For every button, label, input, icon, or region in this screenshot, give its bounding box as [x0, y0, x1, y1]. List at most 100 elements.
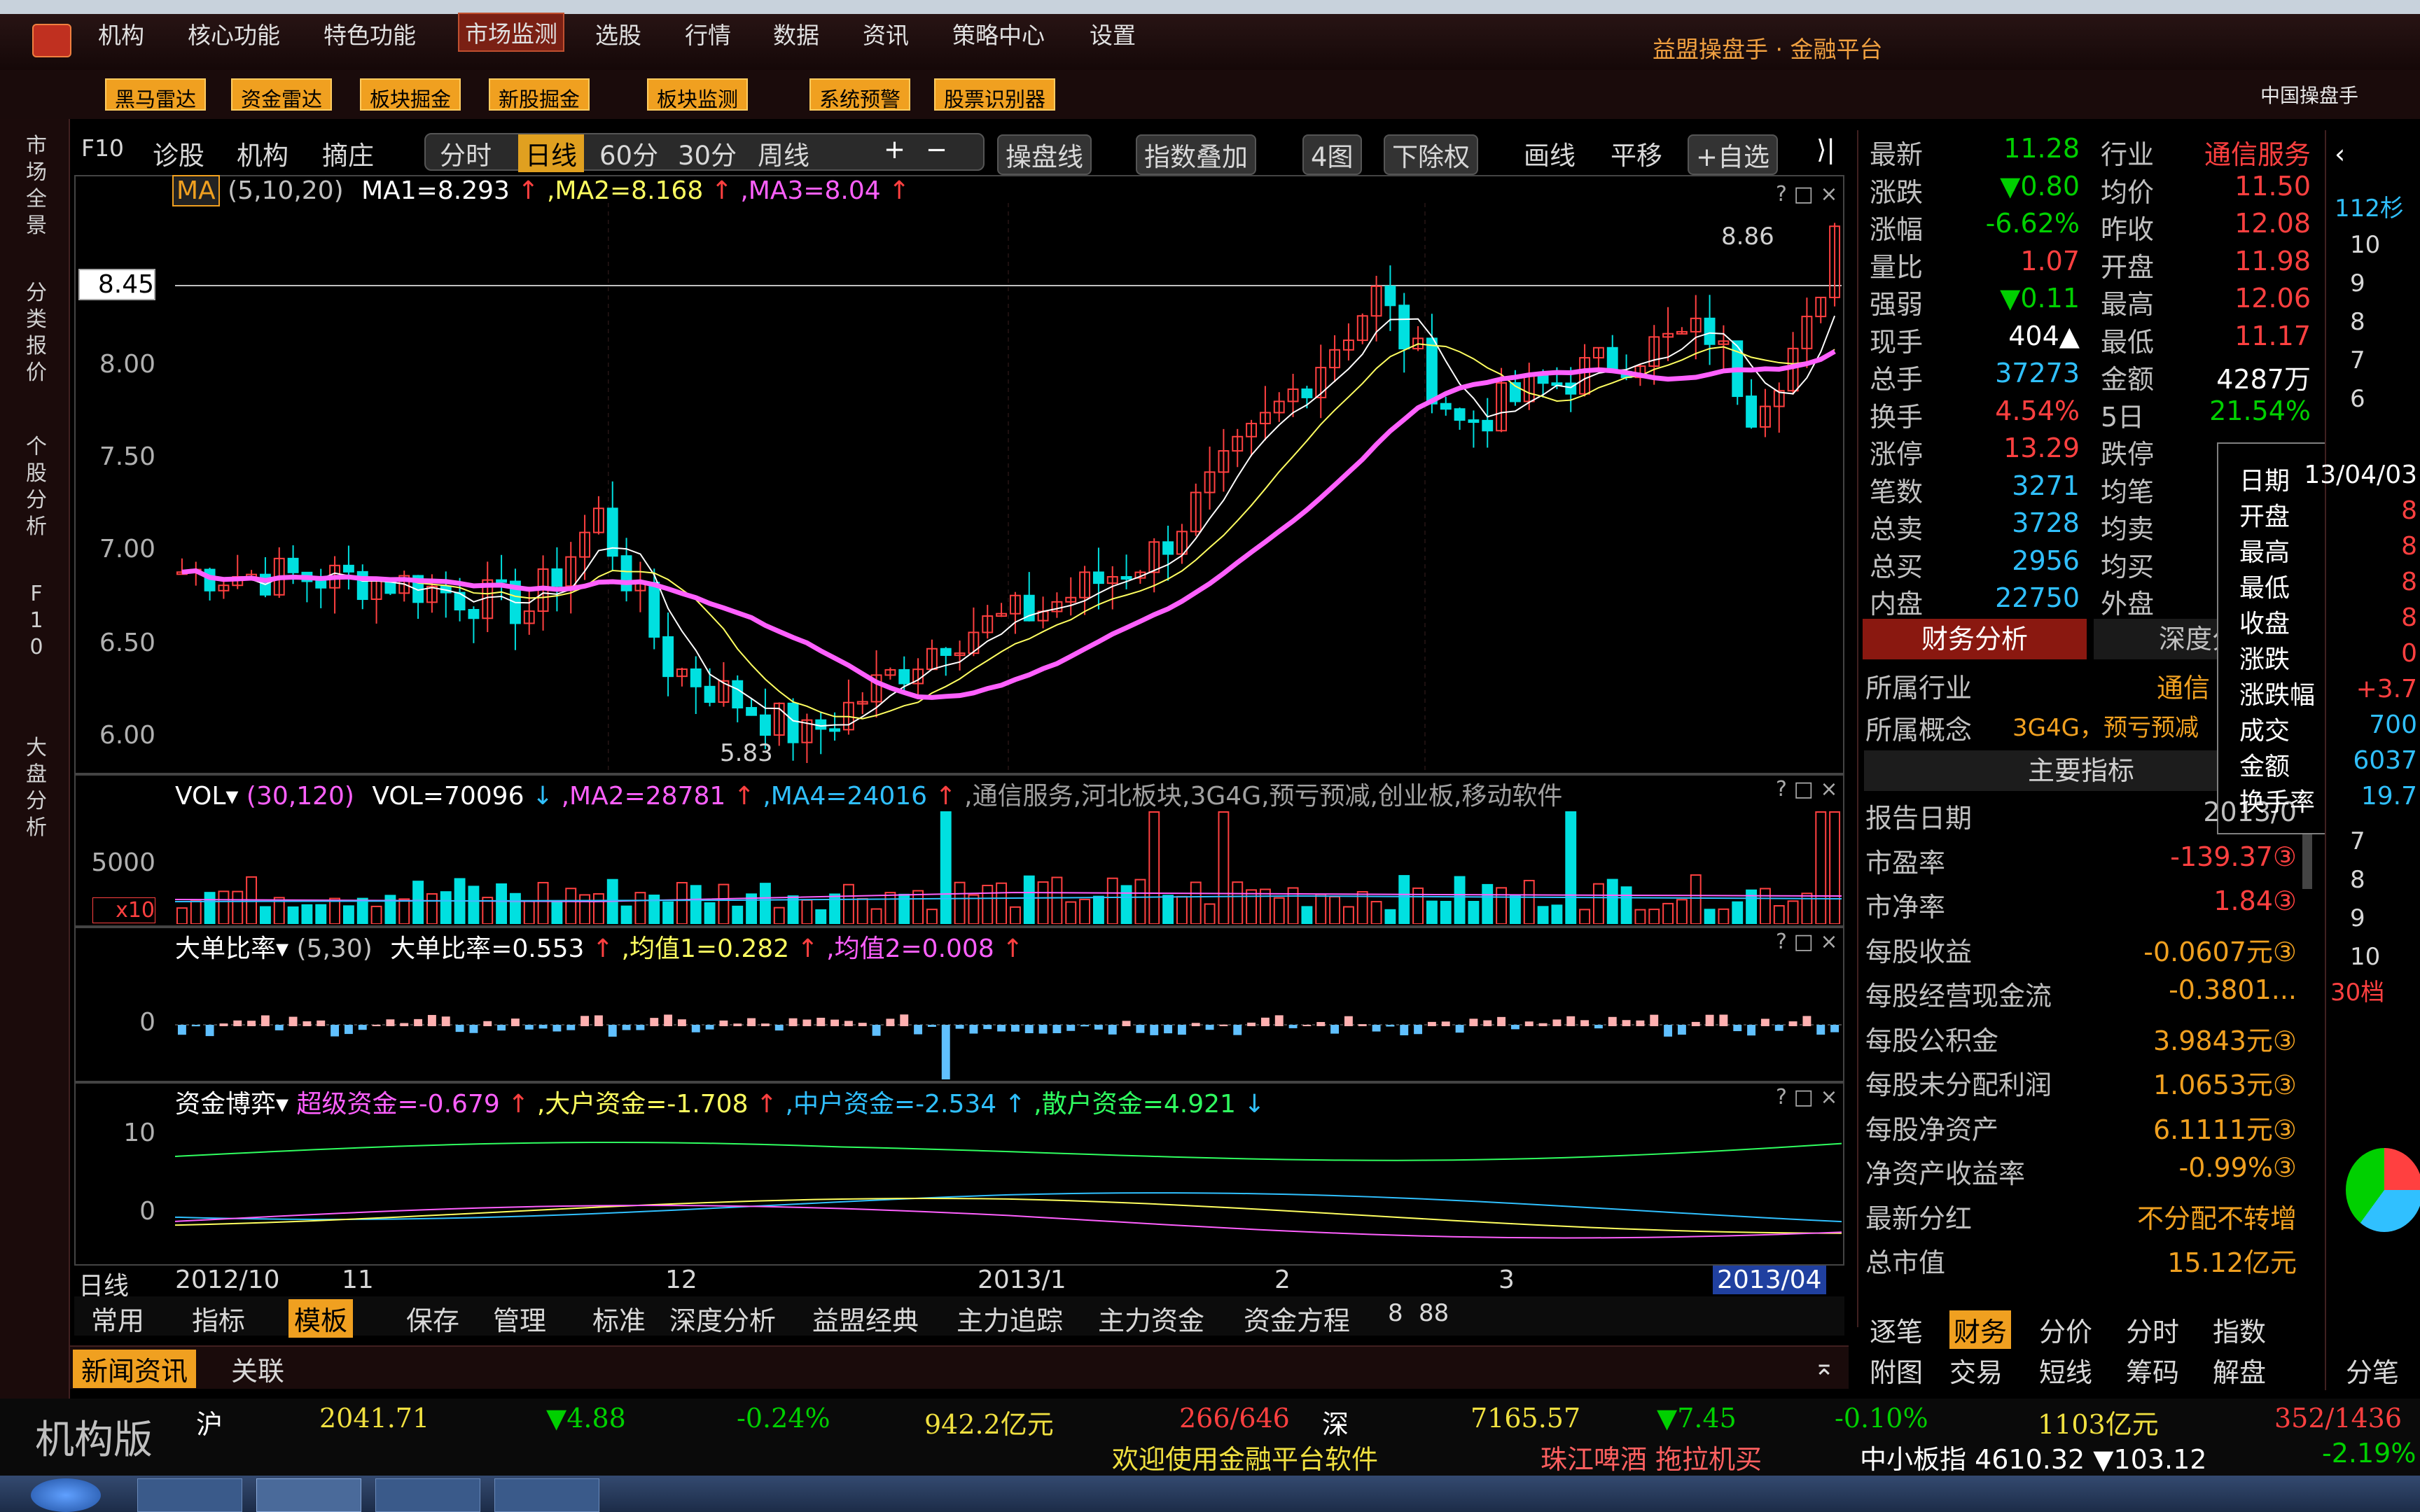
- template-item-7[interactable]: 资金方程: [1244, 1299, 1350, 1338]
- template-item-5[interactable]: 主力追踪: [957, 1299, 1063, 1338]
- media-icon[interactable]: [256, 1478, 361, 1512]
- template-tab-1[interactable]: 指标: [192, 1299, 245, 1338]
- f10-button[interactable]: F10: [81, 134, 124, 162]
- collapse-icon[interactable]: ⌅: [1814, 1352, 1835, 1381]
- right-tab-3[interactable]: 分时: [2126, 1310, 2179, 1349]
- left-tab-2[interactable]: 个股分析: [25, 434, 48, 540]
- expand-icon[interactable]: ⟩|: [1816, 134, 1835, 164]
- status-sh: 沪: [196, 1409, 223, 1440]
- menu-item-3[interactable]: 市场监测: [458, 13, 564, 52]
- period-2[interactable]: 60分: [599, 134, 658, 172]
- candle-body: [1537, 375, 1549, 384]
- template-tab-0[interactable]: 常用: [91, 1299, 144, 1338]
- tab-tick-detail[interactable]: 分笔: [2346, 1351, 2399, 1390]
- menu-item-4[interactable]: 选股: [595, 17, 641, 50]
- period-0[interactable]: 分时: [440, 134, 492, 172]
- template-item-1[interactable]: 管理: [493, 1299, 546, 1338]
- menu-item-6[interactable]: 数据: [773, 17, 819, 50]
- left-tab-4[interactable]: 大盘分析: [25, 735, 48, 841]
- volume-bars[interactable]: [175, 805, 1842, 924]
- ddr-bar: [747, 1018, 756, 1026]
- feature-button-0[interactable]: 黑马雷达: [105, 78, 207, 111]
- feature-button-4[interactable]: 板块监测: [647, 78, 749, 111]
- template-item-3[interactable]: 深度分析: [669, 1299, 776, 1338]
- period-1[interactable]: 日线: [518, 134, 584, 172]
- app-taskbar-icon[interactable]: [375, 1478, 480, 1512]
- chart-tool-2[interactable]: 摘庄: [322, 134, 374, 172]
- period-3[interactable]: 30分: [678, 134, 737, 172]
- depth-30-tab[interactable]: 30档: [2330, 973, 2384, 1007]
- ma-indicator-button[interactable]: MA: [172, 175, 220, 206]
- panel-close-icon[interactable]: ? □ ×: [1776, 182, 1837, 206]
- template-item-2[interactable]: 标准: [592, 1299, 646, 1338]
- right-tab2-0[interactable]: 附图: [1870, 1351, 1923, 1390]
- chart-option-1[interactable]: 指数叠加: [1136, 134, 1256, 175]
- panel-close-icon[interactable]: ? □ ×: [1776, 1085, 1837, 1110]
- menu-item-9[interactable]: 设置: [1090, 17, 1136, 50]
- feature-button-5[interactable]: 系统预警: [809, 78, 911, 111]
- ddr-bar: [677, 1019, 686, 1026]
- ie-icon[interactable]: [137, 1478, 242, 1512]
- chart-option-2[interactable]: 4图: [1302, 134, 1362, 175]
- right-tab2-2[interactable]: 短线: [2039, 1351, 2092, 1390]
- right-tab2-4[interactable]: 解盘: [2213, 1351, 2266, 1390]
- ddr-bar: [317, 1020, 326, 1026]
- menu-item-0[interactable]: 机构: [98, 17, 144, 50]
- feature-button-1[interactable]: 资金雷达: [231, 78, 333, 111]
- candle-body: [815, 719, 827, 730]
- left-tab-3[interactable]: F10: [25, 581, 48, 661]
- template-item-9[interactable]: 88: [1419, 1299, 1449, 1327]
- date-tick-2: 12: [665, 1266, 697, 1294]
- menu-item-8[interactable]: 策略中心: [952, 17, 1045, 50]
- menu-item-2[interactable]: 特色功能: [324, 17, 416, 50]
- fin-label-8: 净资产收益率: [1865, 1158, 2026, 1189]
- status-sz_pct: -0.10%: [1835, 1403, 1928, 1434]
- candlestick-chart[interactable]: [175, 203, 1842, 770]
- fund-game-lines[interactable]: [175, 1114, 1842, 1263]
- template-tab-2[interactable]: 模板: [288, 1299, 354, 1338]
- feature-button-2[interactable]: 板块掘金: [360, 78, 461, 111]
- volume-bar: [1162, 895, 1174, 924]
- folder-icon[interactable]: [494, 1478, 599, 1512]
- menu-item-1[interactable]: 核心功能: [188, 17, 280, 50]
- right-tab-1[interactable]: 财务: [1949, 1310, 2012, 1349]
- chart-tool-1[interactable]: 机构: [237, 134, 288, 172]
- chart-option-0[interactable]: 操盘线: [997, 134, 1092, 175]
- menu-item-7[interactable]: 资讯: [863, 17, 909, 50]
- tab-related[interactable]: 关联: [231, 1350, 284, 1388]
- back-icon[interactable]: ‹: [2335, 139, 2345, 169]
- chart-option-3[interactable]: 下除权: [1384, 134, 1478, 175]
- right-tab-2[interactable]: 分价: [2039, 1310, 2092, 1349]
- feature-button-6[interactable]: 股票识别器: [934, 78, 1056, 111]
- chart-option-5[interactable]: 平移: [1611, 134, 1662, 172]
- left-tab-1[interactable]: 分类报价: [25, 280, 48, 386]
- fund-line-3: [175, 1205, 1842, 1239]
- start-button-icon[interactable]: [31, 1478, 101, 1512]
- right-tab-4[interactable]: 指数: [2213, 1310, 2266, 1349]
- menu-item-5[interactable]: 行情: [685, 17, 731, 50]
- zoom-in-icon[interactable]: +: [884, 134, 905, 164]
- tab-finance-analysis[interactable]: 财务分析: [1863, 619, 2087, 659]
- far-right-tab[interactable]: 112杉: [2335, 189, 2404, 223]
- volume-bar: [1440, 900, 1452, 924]
- template-item-0[interactable]: 保存: [406, 1299, 459, 1338]
- right-tab2-3[interactable]: 筹码: [2126, 1351, 2179, 1390]
- left-tab-0[interactable]: 市场全景: [25, 133, 48, 239]
- panel-close-icon[interactable]: ? □ ×: [1776, 930, 1837, 954]
- template-item-4[interactable]: 益盟经典: [812, 1299, 919, 1338]
- chart-option-6[interactable]: +自选: [1688, 134, 1779, 175]
- template-item-8[interactable]: 8: [1388, 1299, 1403, 1327]
- template-item-6[interactable]: 主力资金: [1098, 1299, 1204, 1338]
- big-order-bars[interactable]: [175, 959, 1842, 1079]
- feature-button-3[interactable]: 新股掘金: [489, 78, 590, 111]
- panel-close-icon[interactable]: ? □ ×: [1776, 777, 1837, 802]
- period-4[interactable]: 周线: [758, 134, 809, 172]
- right-tab-0[interactable]: 逐笔: [1870, 1310, 1923, 1349]
- chart-option-4[interactable]: 画线: [1524, 134, 1576, 172]
- zoom-out-icon[interactable]: −: [926, 134, 947, 164]
- right-tab2-1[interactable]: 交易: [1949, 1351, 2003, 1390]
- tab-news[interactable]: 新闻资讯: [73, 1350, 197, 1388]
- ddr-bar: [1650, 1014, 1659, 1026]
- chart-tool-0[interactable]: 诊股: [153, 134, 204, 172]
- app-logo-icon[interactable]: [32, 24, 71, 57]
